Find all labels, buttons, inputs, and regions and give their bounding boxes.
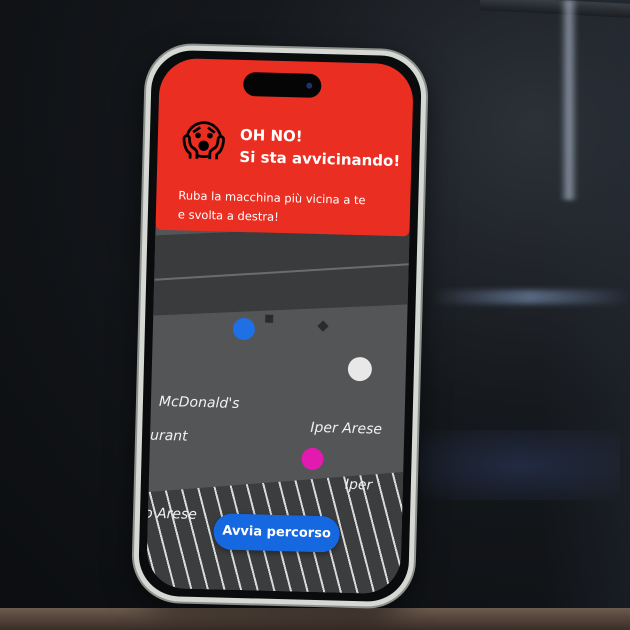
pink-marker[interactable]	[301, 447, 324, 471]
map-building	[265, 314, 274, 323]
white-marker[interactable]	[347, 356, 373, 382]
light-reflection	[560, 0, 578, 200]
screaming-face-icon: 😱	[181, 115, 227, 166]
camera-dot	[306, 82, 313, 89]
glare-reflection-blue	[420, 430, 620, 500]
map-label: Iper	[344, 476, 373, 494]
alert-title-line: Si sta avvicinando!	[239, 147, 401, 171]
map-building	[317, 320, 329, 332]
map-label: McDonald's	[158, 393, 240, 412]
map-label: o Arese	[146, 505, 198, 523]
map-label: urant	[149, 427, 188, 445]
phone-device: McDonald's urant Iper Arese Iper o Arese…	[132, 44, 428, 608]
blue-marker[interactable]	[232, 317, 256, 341]
alert-message: Ruba la macchina più vicina a te e svolt…	[178, 186, 399, 230]
glare-reflection	[430, 290, 630, 304]
desk-edge	[0, 608, 630, 630]
start-route-button[interactable]: Avvia percorso	[213, 513, 341, 553]
map-view[interactable]: McDonald's urant Iper Arese Iper o Arese…	[146, 225, 410, 595]
alert-title: OH NO! Si sta avvicinando!	[239, 124, 401, 172]
dynamic-island	[243, 71, 322, 98]
map-label: Iper Arese	[310, 419, 383, 438]
